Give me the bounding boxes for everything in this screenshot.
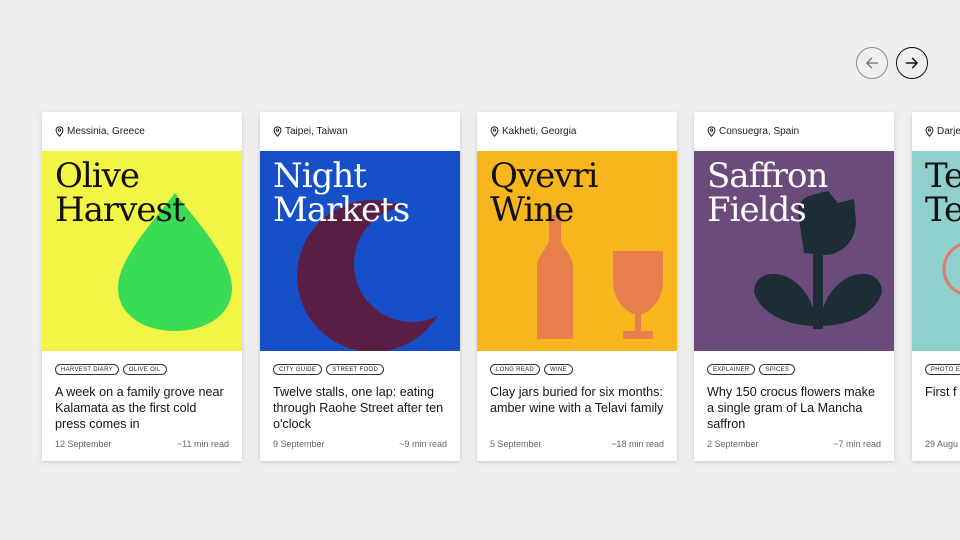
story-carousel: Messinia, Greece Olive Harvest HARVEST D… xyxy=(0,0,960,540)
story-card[interactable]: Kakheti, Georgia Qvevri Wine LONG READ W… xyxy=(477,112,677,461)
arrow-left-icon xyxy=(866,57,879,69)
map-pin-icon xyxy=(55,126,64,137)
location-text: Messinia, Greece xyxy=(67,126,145,137)
arrow-right-icon xyxy=(905,57,918,69)
location-text: Consuegra, Spain xyxy=(719,126,800,137)
read-time: ~7 min read xyxy=(833,439,881,449)
card-illustration: Te Te xyxy=(912,151,960,351)
card-description: Twelve stalls, one lap: eating through R… xyxy=(273,385,444,431)
tag[interactable]: OLIVE OIL xyxy=(122,364,167,375)
publish-date: 9 September xyxy=(273,439,325,449)
card-title: Te Te xyxy=(925,156,960,230)
tag[interactable]: HARVEST DIARY xyxy=(55,364,119,375)
next-button[interactable] xyxy=(896,47,928,79)
publish-date: 29 Augu xyxy=(925,439,959,449)
card-title: Olive Harvest xyxy=(55,156,186,230)
read-time: ~9 min read xyxy=(399,439,447,449)
card-title: Night Markets xyxy=(273,156,410,230)
card-illustration: Saffron Fields xyxy=(694,151,894,351)
location-text: Taipei, Taiwan xyxy=(285,126,348,137)
tag-list: PHOTO E xyxy=(912,351,960,375)
tag-list: CITY GUIDE STREET FOOD xyxy=(260,351,460,375)
card-illustration: Olive Harvest xyxy=(42,151,242,351)
tag[interactable]: EXPLAINER xyxy=(707,364,756,375)
tag-list: EXPLAINER SPICES xyxy=(694,351,894,375)
map-pin-icon xyxy=(707,126,716,137)
card-description: Clay jars buried for six months: amber w… xyxy=(490,385,664,415)
previous-button[interactable] xyxy=(856,47,888,79)
story-card[interactable]: Consuegra, Spain Saffron Fields EXPLAINE… xyxy=(694,112,894,461)
card-illustration: Night Markets xyxy=(260,151,460,351)
read-time: ~11 min read xyxy=(176,439,229,449)
read-time: ~18 min read xyxy=(611,439,664,449)
location-text: Darjee xyxy=(937,126,960,137)
card-location: Consuegra, Spain xyxy=(694,112,894,151)
tag[interactable]: CITY GUIDE xyxy=(273,364,323,375)
card-description: First f with t Darjeel xyxy=(925,385,960,399)
card-meta: 9 September ~9 min read xyxy=(273,439,447,449)
tag[interactable]: LONG READ xyxy=(490,364,541,375)
location-text: Kakheti, Georgia xyxy=(502,126,577,137)
card-location: Kakheti, Georgia xyxy=(477,112,677,151)
story-card[interactable]: Messinia, Greece Olive Harvest HARVEST D… xyxy=(42,112,242,461)
tag[interactable]: STREET FOOD xyxy=(326,364,385,375)
tag[interactable]: WINE xyxy=(544,364,573,375)
map-pin-icon xyxy=(273,126,282,137)
card-location: Darjee xyxy=(912,112,960,151)
card-meta: 5 September ~18 min read xyxy=(490,439,664,449)
card-meta: 29 Augu xyxy=(925,439,960,449)
card-title: Qvevri Wine xyxy=(490,156,599,230)
tag-list: LONG READ WINE xyxy=(477,351,677,375)
map-pin-icon xyxy=(925,126,934,137)
story-card[interactable]: Darjee Te Te PHOTO E First f with t Darj… xyxy=(912,112,960,461)
card-location: Taipei, Taiwan xyxy=(260,112,460,151)
card-meta: 2 September ~7 min read xyxy=(707,439,881,449)
tag[interactable]: SPICES xyxy=(759,364,796,375)
card-illustration: Qvevri Wine xyxy=(477,151,677,351)
publish-date: 12 September xyxy=(55,439,112,449)
card-description: Why 150 crocus flowers make a single gra… xyxy=(707,385,875,431)
map-pin-icon xyxy=(490,126,499,137)
card-title: Saffron Fields xyxy=(707,156,828,230)
tag-list: HARVEST DIARY OLIVE OIL xyxy=(42,351,242,375)
tag[interactable]: PHOTO E xyxy=(925,364,960,375)
story-card[interactable]: Taipei, Taiwan Night Markets CITY GUIDE … xyxy=(260,112,460,461)
card-description: A week on a family grove near Kalamata a… xyxy=(55,385,224,431)
publish-date: 2 September xyxy=(707,439,759,449)
card-meta: 12 September ~11 min read xyxy=(55,439,229,449)
card-location: Messinia, Greece xyxy=(42,112,242,151)
publish-date: 5 September xyxy=(490,439,542,449)
